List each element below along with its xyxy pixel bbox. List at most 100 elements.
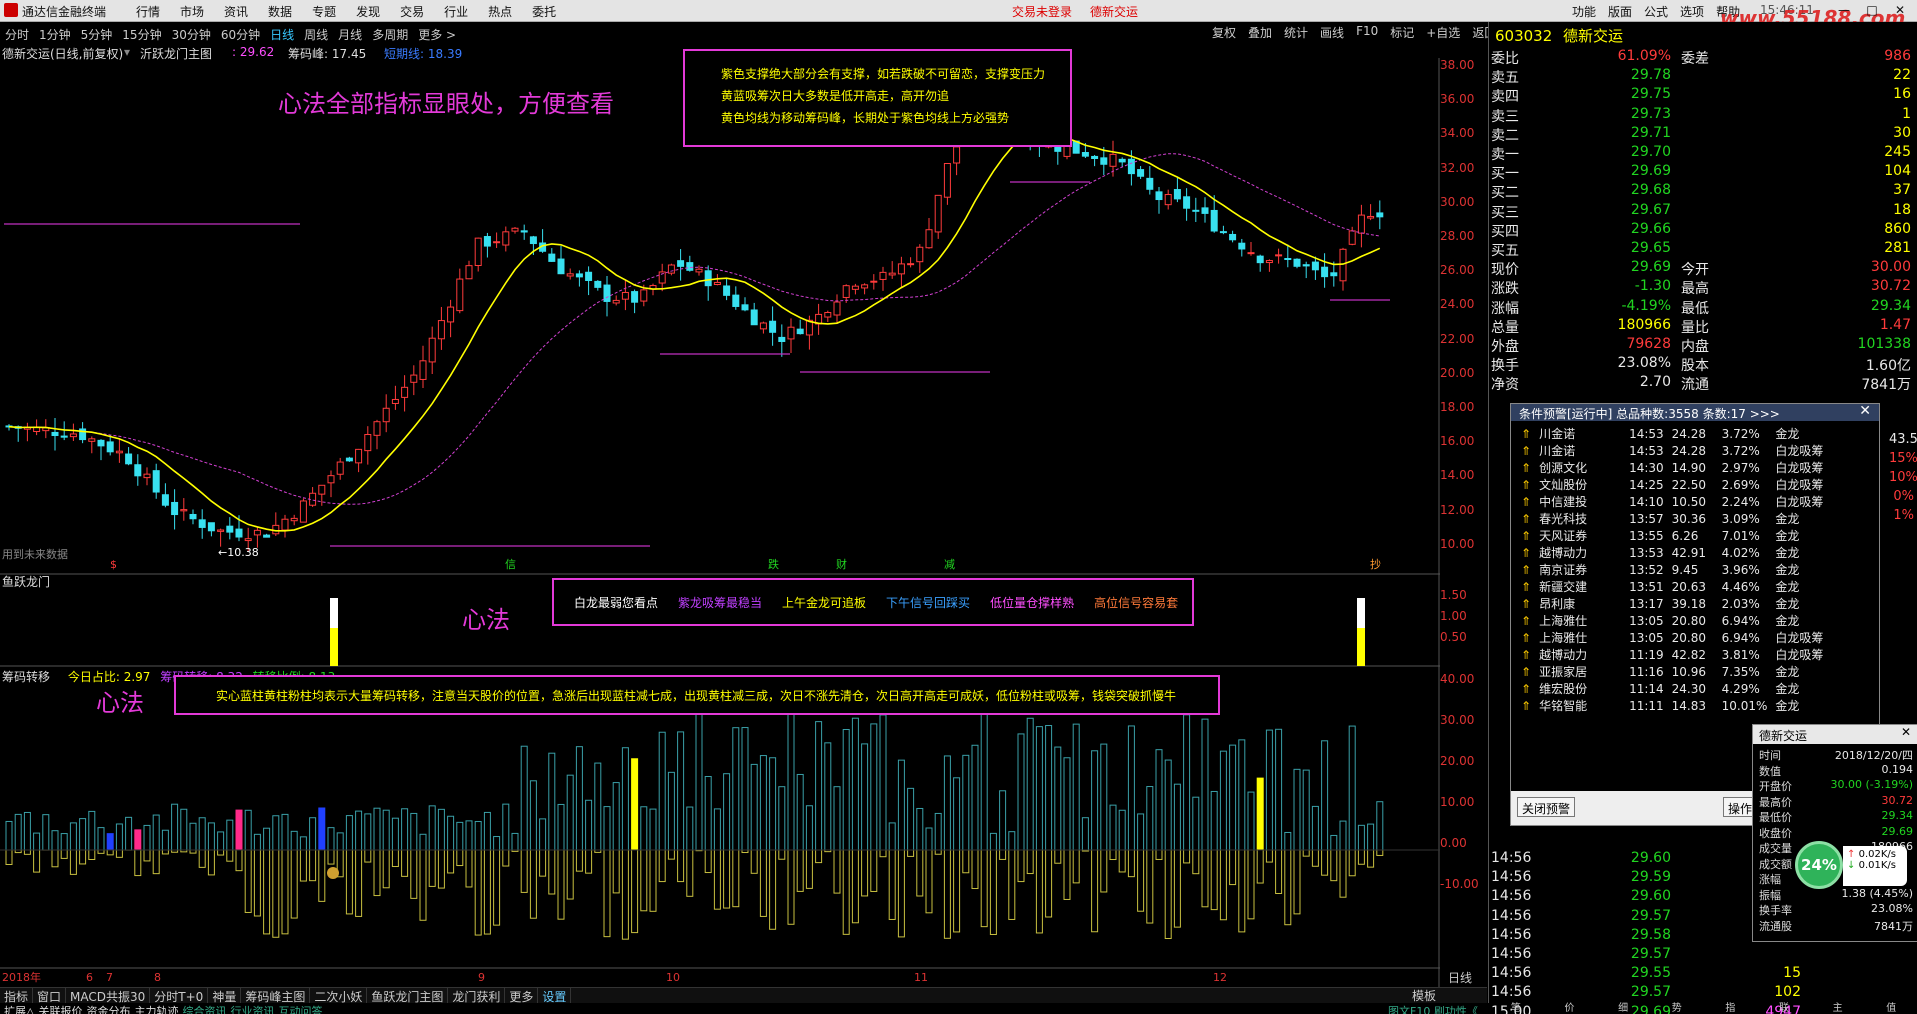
- alert-row[interactable]: ⇑ 天风证券 13:55 6.26 7.01% 金龙: [1517, 527, 1831, 544]
- indicator-tab[interactable]: 神量: [208, 988, 242, 1004]
- bar-detail-window[interactable]: 德新交运 ✕ 时间 2018/12/20/四 数值 0.194 开盘价 30.00 (-3…: [1752, 724, 1917, 942]
- quote-tab[interactable]: 笔: [1489, 999, 1543, 1014]
- toolbar-button[interactable]: 标记: [1384, 24, 1420, 41]
- menu-item[interactable]: 资讯: [218, 3, 262, 20]
- indicator-tab[interactable]: 二次小妖: [310, 988, 368, 1004]
- status-right[interactable]: 图文F10 刷功性《: [1388, 1003, 1478, 1014]
- alert-row[interactable]: ⇑ 南京证券 13:52 9.45 3.96% 金龙: [1517, 561, 1831, 578]
- alert-close-icon[interactable]: ✕: [1859, 403, 1871, 419]
- menu-item[interactable]: 交易: [394, 3, 438, 20]
- right-menu-item[interactable]: 版面: [1602, 3, 1638, 20]
- period-tab[interactable]: 15分钟: [117, 26, 166, 43]
- status-item[interactable]: 行业资讯: [230, 1005, 274, 1014]
- close-alert-button[interactable]: 关闭预警: [1517, 797, 1576, 817]
- status-item[interactable]: 主力轨迹: [134, 1005, 178, 1014]
- period-tab[interactable]: 1分钟: [34, 26, 76, 43]
- toolbar-button[interactable]: F10: [1350, 24, 1384, 41]
- alert-row[interactable]: ⇑ 维宏股份 11:14 24.30 4.29% 金龙: [1517, 680, 1831, 697]
- period-tab[interactable]: 30分钟: [167, 26, 216, 43]
- alert-row[interactable]: ⇑ 川金诺 14:53 24.28 3.72% 白龙吸筹: [1517, 442, 1831, 459]
- alert-row[interactable]: ⇑ 上海雅仕 13:05 20.80 6.94% 金龙: [1517, 612, 1831, 629]
- status-item[interactable]: 扩展△: [4, 1005, 34, 1014]
- window-controls: — □ ✕: [1830, 0, 1914, 20]
- alert-cell: 22.50: [1671, 477, 1707, 492]
- alert-cell: 白龙吸筹: [1775, 631, 1824, 645]
- alert-row[interactable]: ⇑ 川金诺 14:53 24.28 3.72% 金龙: [1517, 425, 1831, 442]
- quote-row: 换手 23.08% 股本 1.60亿: [1491, 355, 1916, 374]
- alert-row[interactable]: ⇑ 文灿股份 14:25 22.50 2.69% 白龙吸筹: [1517, 476, 1831, 493]
- indicator-tab[interactable]: 设置: [538, 988, 572, 1004]
- alert-cell: 川金诺: [1539, 427, 1576, 441]
- indicator-tab[interactable]: 窗口: [33, 988, 67, 1004]
- quote-tab[interactable]: 主: [1811, 999, 1865, 1014]
- candle-body: [198, 519, 206, 528]
- quote-tab[interactable]: 指: [1704, 999, 1758, 1014]
- period-tab[interactable]: 周线: [299, 26, 333, 43]
- period-tab[interactable]: 多周期: [367, 26, 413, 43]
- menu-item[interactable]: 行业: [438, 3, 482, 20]
- menu-item[interactable]: 委托: [526, 3, 570, 20]
- menu-item[interactable]: 发现: [350, 3, 394, 20]
- alert-row[interactable]: ⇑ 创源文化 14:30 14.90 2.97% 白龙吸筹: [1517, 459, 1831, 476]
- period-tab[interactable]: 分时: [0, 26, 34, 43]
- period-tab[interactable]: 日线: [265, 26, 299, 43]
- status-item[interactable]: 互动问答: [278, 1005, 322, 1014]
- alert-row[interactable]: ⇑ 上海雅仕 13:05 20.80 6.94% 白龙吸筹: [1517, 629, 1831, 646]
- toolbar-button[interactable]: +自选: [1420, 24, 1466, 41]
- right-menu-item[interactable]: 公式: [1638, 3, 1674, 20]
- chevron-icon[interactable]: ▾: [124, 45, 130, 59]
- menu-item[interactable]: 市场: [174, 3, 218, 20]
- detail-close-icon[interactable]: ✕: [1901, 725, 1911, 739]
- alert-row[interactable]: ⇑ 华铭智能 11:11 14.83 10.01% 金龙: [1517, 697, 1831, 714]
- toolbar-button[interactable]: 复权: [1206, 24, 1242, 41]
- period-tab[interactable]: 60分钟: [216, 26, 265, 43]
- toolbar-button[interactable]: 叠加: [1242, 24, 1278, 41]
- alert-row[interactable]: ⇑ 越博动力 11:19 42.82 3.81% 白龙吸筹: [1517, 646, 1831, 663]
- template-tab[interactable]: 模板: [1412, 987, 1436, 1004]
- status-item[interactable]: 资金分布: [86, 1005, 130, 1014]
- indicator-tab[interactable]: MACD共振30: [66, 988, 151, 1004]
- network-speed-bubble[interactable]: 24%: [1795, 841, 1843, 889]
- transfer-bar-down: [1109, 849, 1117, 861]
- alert-row[interactable]: ⇑ 越博动力 13:53 42.91 4.02% 金龙: [1517, 544, 1831, 561]
- status-item[interactable]: 关联报价: [38, 1005, 82, 1014]
- status-item[interactable]: 综合资讯: [182, 1005, 226, 1014]
- menu-item[interactable]: 热点: [482, 3, 526, 20]
- candle-body: [557, 258, 565, 275]
- y-tick-label: 16.00: [1440, 434, 1475, 449]
- maximize-icon[interactable]: □: [1858, 0, 1886, 20]
- indicator-tab[interactable]: 指标: [0, 988, 34, 1004]
- indicator-tab[interactable]: 更多: [505, 988, 539, 1004]
- alert-row[interactable]: ⇑ 中信建投 14:10 10.50 2.24% 白龙吸筹: [1517, 493, 1831, 510]
- menu-item[interactable]: 行情: [130, 3, 174, 20]
- indicator-tab[interactable]: 龙门获利: [448, 988, 506, 1004]
- kline-chart[interactable]: 38.86←10.38$信跌财减抄2018年6789101112: [0, 58, 1440, 993]
- close-icon[interactable]: ✕: [1886, 0, 1914, 20]
- panel3-title[interactable]: 筹码转移: [2, 670, 50, 684]
- period-tab[interactable]: 月线: [333, 26, 367, 43]
- alert-row[interactable]: ⇑ 新疆交建 13:51 20.63 4.46% 金龙: [1517, 578, 1831, 595]
- alert-row[interactable]: ⇑ 春光科技 13:57 30.36 3.09% 金龙: [1517, 510, 1831, 527]
- quote-tab[interactable]: 细: [1596, 999, 1650, 1014]
- broker-link[interactable]: 德新交运: [1090, 3, 1138, 20]
- period-tab[interactable]: 更多 >: [413, 26, 461, 43]
- quote-tab[interactable]: 价: [1543, 999, 1597, 1014]
- period-tab[interactable]: 5分钟: [76, 26, 118, 43]
- alert-row[interactable]: ⇑ 亚振家居 11:16 10.96 7.35% 金龙: [1517, 663, 1831, 680]
- toolbar-button[interactable]: 统计: [1278, 24, 1314, 41]
- quote-tab[interactable]: 联: [1757, 999, 1811, 1014]
- indicator-tab[interactable]: 鱼跃龙门主图: [367, 988, 449, 1004]
- right-menu-item[interactable]: 功能: [1566, 3, 1602, 20]
- indicator-tab[interactable]: 筹码峰主图: [241, 988, 311, 1004]
- quote-tab[interactable]: 势: [1650, 999, 1704, 1014]
- menu-item[interactable]: 数据: [262, 3, 306, 20]
- right-menu-item[interactable]: 选项: [1674, 3, 1710, 20]
- indicator-tab[interactable]: 分时T+0: [150, 988, 209, 1004]
- toolbar-button[interactable]: 画线: [1314, 24, 1350, 41]
- quote-tab[interactable]: 值: [1864, 999, 1917, 1014]
- alert-row[interactable]: ⇑ 昂利康 13:17 39.18 2.03% 金龙: [1517, 595, 1831, 612]
- trade-status[interactable]: 交易未登录: [1012, 3, 1072, 20]
- panel2-title[interactable]: 鱼跃龙门: [2, 573, 50, 590]
- menu-item[interactable]: 专题: [306, 3, 350, 20]
- minimize-icon[interactable]: —: [1830, 0, 1858, 20]
